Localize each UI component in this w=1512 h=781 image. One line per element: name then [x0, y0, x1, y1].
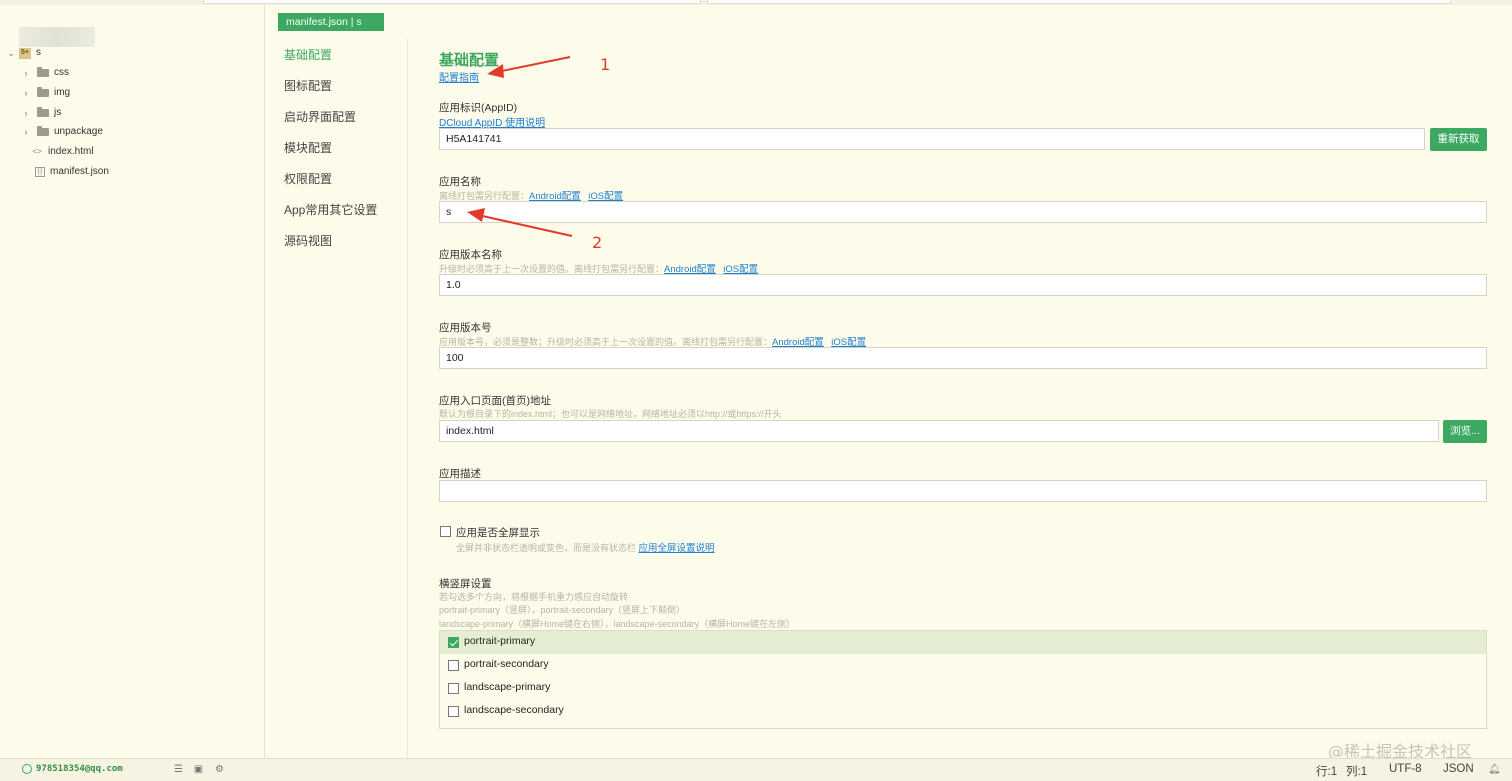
annotation-arrow-1	[487, 56, 571, 78]
status-bar: 978518354@qq.com ☰ ▣ ⚙ 行:1 列:1 UTF-8 JSO…	[0, 758, 1512, 781]
annotation-number-2: 2	[592, 233, 603, 252]
language-mode[interactable]: JSON	[1443, 763, 1474, 775]
terminal-icon[interactable]: ▣	[193, 764, 204, 775]
user-icon	[22, 764, 32, 774]
account-status[interactable]: 978518354@qq.com	[22, 764, 123, 774]
account-email: 978518354@qq.com	[36, 764, 123, 774]
cursor-column[interactable]: 列:1	[1346, 763, 1367, 779]
cursor-line[interactable]: 行:1	[1316, 763, 1337, 779]
plugin-icon[interactable]: ⚙	[214, 764, 225, 775]
encoding-indicator[interactable]: UTF-8	[1389, 763, 1422, 775]
annotation-arrows	[467, 56, 573, 237]
list-icon[interactable]: ☰	[173, 764, 184, 775]
notification-bell-icon[interactable]: 🔔︎	[1488, 764, 1501, 775]
annotation-arrow-2	[467, 208, 573, 237]
annotation-number-1: 1	[600, 55, 611, 74]
